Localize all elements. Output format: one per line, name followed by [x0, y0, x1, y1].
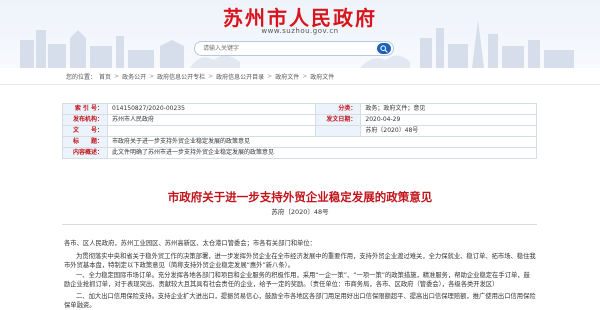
doc-number-value	[106, 125, 317, 137]
search-button[interactable]	[377, 43, 391, 54]
date-label: 发文日期：	[315, 114, 362, 126]
document-paragraph-1: 为贯彻落实中央和省关于稳外贸工作的决策部署，进一步发挥外贸企业在全市经济发展中的…	[64, 253, 536, 269]
title-label: 标 题：	[62, 136, 108, 148]
site-url: www.suzhou.gov.cn	[261, 27, 339, 35]
document-paragraph-3: 二、加大出口信用保险支持。支持企业扩大进出口，提振贸易信心，鼓励全市各地区各部门…	[64, 293, 536, 309]
issuer-value: 苏州市人民政府	[106, 114, 317, 126]
breadcrumb-gov-docs[interactable]: 政府文件	[275, 72, 299, 81]
document-title: 市政府关于进一步支持外贸企业稳定发展的政策意见	[167, 190, 433, 204]
table-row: 内容概述： 此文件明确了苏州市进一步支持外贸企业稳定发展的政策意见	[62, 147, 537, 159]
breadcrumb-separator: >	[267, 72, 273, 80]
breadcrumb: 您的位置： 首页 > 政务公开 > 政府信息公开专栏 > 政府信息公开目录 > …	[66, 70, 334, 82]
content-label: 内容概述：	[62, 147, 108, 159]
doc-number-label: 文 号：	[62, 125, 108, 137]
breadcrumb-separator: >	[302, 72, 308, 80]
document-paragraph-2: 一、全力稳定国际市场订单。充分发挥各地各部门和项目和企业服务的积极作用，采用“一…	[64, 272, 530, 288]
category-label: 分类：	[315, 103, 362, 115]
breadcrumb-gov-docs-current[interactable]: 政府文件	[310, 72, 334, 81]
breadcrumb-separator: >	[114, 72, 120, 80]
breadcrumb-info-column[interactable]: 政府信息公开专栏	[157, 72, 205, 81]
breadcrumb-separator: >	[208, 72, 214, 80]
search-input[interactable]	[203, 42, 363, 55]
date-value: 2020-04-29	[360, 114, 537, 126]
doc-number-label-2	[315, 125, 362, 137]
issuer-label: 发布机构：	[62, 114, 108, 126]
document-addressee: 各市、区人民政府，苏州工业园区、苏州高新区、太仓港口管委会；市各有关部门和单位：	[64, 240, 316, 247]
breadcrumb-divider	[0, 84, 600, 85]
table-row: 发布机构： 苏州市人民政府 发文日期： 2020-04-29	[62, 114, 537, 126]
breadcrumb-home[interactable]: 首页	[99, 72, 111, 81]
breadcrumb-separator: >	[149, 72, 155, 80]
category-value: 政务；政府文件；意见	[360, 103, 537, 115]
index-label: 索 引 号：	[62, 103, 108, 115]
table-row: 标 题： 市政府关于进一步支持外贸企业稳定发展的政策意见	[62, 136, 537, 148]
breadcrumb-gov-affairs[interactable]: 政务公开	[122, 72, 146, 81]
search-box	[194, 41, 394, 56]
search-icon	[380, 45, 388, 53]
title-value: 市政府关于进一步支持外贸企业稳定发展的政策意见	[107, 136, 537, 148]
breadcrumb-info-catalog[interactable]: 政府信息公开目录	[216, 72, 264, 81]
table-row: 文 号： 苏府〔2020〕48号	[62, 125, 537, 137]
content-value: 此文件明确了苏州市进一步支持外贸企业稳定发展的政策意见	[107, 147, 537, 159]
document-info-table: 索 引 号： 014150827/2020-00235 分类： 政务；政府文件；…	[62, 103, 537, 159]
doc-number-value-2: 苏府〔2020〕48号	[360, 125, 537, 137]
site-header: 苏州市人民政府 www.suzhou.gov.cn	[0, 0, 600, 68]
index-value: 014150827/2020-00235	[106, 103, 317, 115]
document-number: 苏府〔2020〕48号	[271, 208, 329, 216]
document-divider	[62, 224, 537, 225]
location-label: 您的位置：	[66, 73, 97, 81]
table-row: 索 引 号： 014150827/2020-00235 分类： 政务；政府文件；…	[62, 103, 537, 115]
